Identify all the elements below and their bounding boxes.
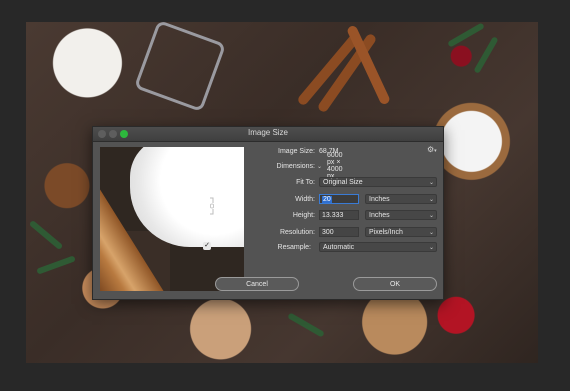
- cancel-button[interactable]: Cancel: [215, 277, 299, 291]
- height-unit: Inches: [369, 212, 390, 219]
- pine-branch: [473, 36, 499, 74]
- resample-label: Resample:: [277, 243, 311, 251]
- fit-to-select[interactable]: Original Size ⌄: [319, 177, 437, 187]
- fit-to-value: Original Size: [323, 179, 363, 186]
- width-value: 20: [322, 196, 332, 203]
- chevron-down-icon: ⌄: [428, 180, 434, 186]
- dialog-titlebar[interactable]: Image Size: [93, 127, 443, 142]
- image-size-label: Image Size:: [278, 147, 315, 155]
- pine-branch: [36, 255, 76, 275]
- resolution-label: Resolution:: [279, 228, 315, 236]
- pine-branch: [287, 312, 325, 338]
- chevron-down-icon: ⌄: [428, 230, 434, 236]
- gear-icon[interactable]: ⚙▾: [427, 145, 437, 154]
- height-input[interactable]: 13.333: [319, 210, 359, 220]
- image-size-dialog: Image Size Image Size: 68.7M ⚙▾ Dimensio…: [92, 126, 444, 300]
- ok-button[interactable]: OK: [353, 277, 437, 291]
- dialog-title: Image Size: [247, 128, 289, 137]
- pine-branch: [28, 219, 64, 251]
- star-cookie-cutter: [133, 22, 227, 113]
- height-unit-select[interactable]: Inches ⌄: [365, 210, 437, 220]
- width-unit: Inches: [369, 196, 390, 203]
- dimensions-value: 6000 px × 4000 px: [327, 152, 343, 180]
- width-label: Width:: [295, 195, 315, 203]
- resample-select[interactable]: Automatic ⌄: [319, 242, 437, 252]
- fit-to-label: Fit To:: [296, 178, 315, 186]
- height-value: 13.333: [322, 212, 344, 219]
- width-input[interactable]: 20: [319, 194, 359, 204]
- resolution-input[interactable]: 300: [319, 227, 359, 237]
- chevron-down-icon: ⌄: [428, 213, 434, 219]
- resolution-value: 300: [322, 229, 334, 236]
- resolution-unit-select[interactable]: Pixels/Inch ⌄: [365, 227, 437, 237]
- resample-checkbox[interactable]: ✓: [203, 242, 211, 250]
- pine-branch: [447, 22, 485, 48]
- width-unit-select[interactable]: Inches ⌄: [365, 194, 437, 204]
- chevron-down-icon: ⌄: [428, 245, 434, 251]
- link-icon[interactable]: [209, 195, 215, 217]
- height-label: Height:: [292, 211, 315, 219]
- check-icon: ✓: [204, 242, 210, 249]
- chevron-down-icon[interactable]: ⌄: [317, 163, 322, 170]
- image-preview[interactable]: [100, 147, 244, 291]
- resample-value: Automatic: [323, 244, 355, 251]
- resolution-unit: Pixels/Inch: [369, 229, 403, 236]
- chevron-down-icon: ⌄: [428, 197, 434, 203]
- dimensions-label: Dimensions:: [276, 162, 315, 170]
